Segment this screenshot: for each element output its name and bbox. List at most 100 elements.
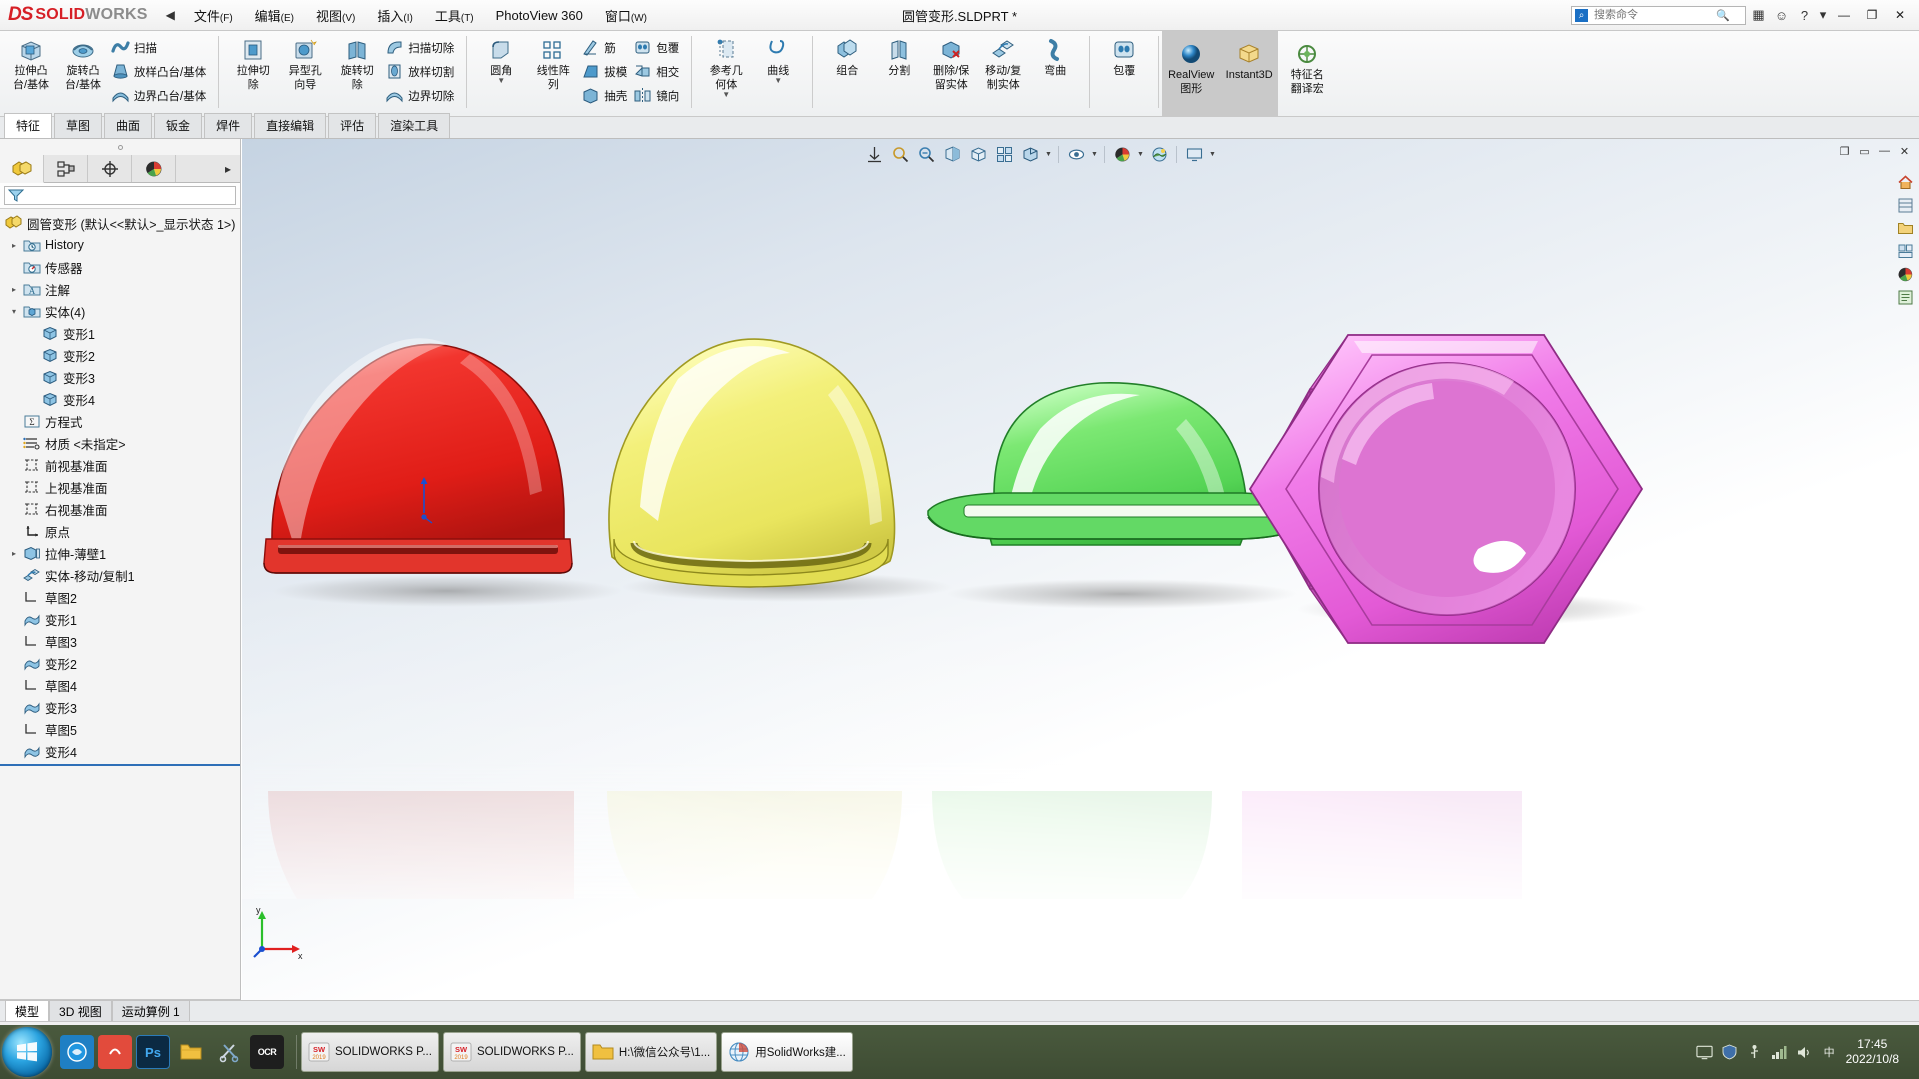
tray-volume-icon[interactable]	[1796, 1044, 1813, 1061]
delete-keep-body-button[interactable]: 删除/保 留实体	[925, 34, 977, 94]
tree-node-solid-bodies[interactable]: ▾ 实体(4)	[0, 300, 240, 322]
viewport-dropdown-icon[interactable]: ▼	[1208, 151, 1217, 158]
loft-cut-button[interactable]: 放样切割	[383, 60, 458, 83]
tab-sketch[interactable]: 草图	[54, 113, 103, 138]
fillet-button[interactable]: 圆角 ▼	[475, 34, 527, 88]
menu-item-edit[interactable]: 编辑(E)	[244, 1, 305, 30]
minimize-window-button[interactable]: —	[1831, 5, 1857, 26]
custom-properties-icon[interactable]	[1893, 286, 1917, 308]
ql-photoshop-icon[interactable]: Ps	[136, 1035, 170, 1069]
tree-node-body-3[interactable]: 变形3	[0, 366, 240, 388]
realview-button[interactable]: RealView 图形	[1162, 31, 1221, 117]
tray-monitor-icon[interactable]	[1695, 1044, 1713, 1061]
restore-document-button[interactable]: ▭	[1855, 142, 1874, 160]
panel-grip[interactable]	[0, 139, 240, 155]
taskbar-window-solidworks-2[interactable]: SW 2019 SOLIDWORKS P...	[442, 1032, 581, 1072]
reference-geometry-dropdown-icon[interactable]: ▼	[722, 91, 730, 99]
display-manager-tab[interactable]	[132, 155, 176, 182]
model-body-red[interactable]	[263, 338, 573, 574]
tab-weldments[interactable]: 焊件	[204, 113, 253, 138]
property-manager-tab[interactable]	[44, 155, 88, 182]
tab-surfaces[interactable]: 曲面	[104, 113, 153, 138]
section-view-icon[interactable]	[940, 143, 964, 165]
tree-node-right-plane[interactable]: 右视基准面	[0, 498, 240, 520]
tree-node-history[interactable]: ▸ History	[0, 234, 240, 256]
tree-node-body-4[interactable]: 变形4	[0, 388, 240, 410]
sweep-cut-button[interactable]: 扫描切除	[383, 36, 458, 59]
curves-button[interactable]: 曲线 ▼	[752, 34, 804, 88]
tab-features[interactable]: 特征	[4, 113, 53, 138]
taskbar-clock[interactable]: 17:45 2022/10/8	[1846, 1037, 1913, 1067]
model-viewport[interactable]: y x	[242, 139, 1919, 1021]
appearances-icon[interactable]	[1893, 263, 1917, 285]
taskbar-window-solidworks-1[interactable]: SW 2019 SOLIDWORKS P...	[301, 1032, 439, 1072]
zoom-to-area-icon[interactable]	[888, 143, 912, 165]
appearance-dropdown-icon[interactable]: ▼	[1136, 151, 1145, 158]
menu-item-window[interactable]: 窗口(W)	[594, 1, 658, 30]
rollback-bar[interactable]	[0, 764, 240, 766]
taskbar-window-folder[interactable]: H:\微信公众号\1...	[584, 1032, 718, 1072]
view-palette-icon[interactable]	[1893, 240, 1917, 262]
chevron-down-icon[interactable]: ▾	[6, 307, 22, 316]
doc-tab-3d-views[interactable]: 3D 视图	[49, 999, 112, 1023]
tree-node-sketch-3[interactable]: 草图3	[0, 630, 240, 652]
draft-button[interactable]: 拔模	[579, 60, 631, 83]
panel-expand-button[interactable]: ▸	[216, 155, 240, 182]
person-icon[interactable]: ☺	[1771, 5, 1792, 26]
taskbar-window-browser[interactable]: 用SolidWorks建...	[721, 1032, 853, 1072]
split-button[interactable]: 分割	[873, 34, 925, 80]
menu-collapse-arrow[interactable]: ◀	[158, 8, 183, 22]
help-caret-icon[interactable]: ▾	[1817, 5, 1829, 26]
tray-shield-icon[interactable]	[1721, 1044, 1738, 1061]
sweep-button[interactable]: 扫描	[109, 36, 210, 59]
tree-node-body-2[interactable]: 变形2	[0, 344, 240, 366]
close-document-button[interactable]: ✕	[1895, 142, 1914, 160]
tree-node-body-move-copy-1[interactable]: 实体-移动/复制1	[0, 564, 240, 586]
hole-wizard-button[interactable]: 异型孔 向导	[279, 34, 331, 94]
combine-button[interactable]: 组合	[821, 34, 873, 80]
model-body-yellow[interactable]	[608, 338, 896, 588]
tray-input-icon[interactable]: 中	[1821, 1044, 1838, 1061]
tree-node-origin[interactable]: 原点	[0, 520, 240, 542]
tab-render-tools[interactable]: 渲染工具	[378, 113, 451, 138]
tree-filter-input[interactable]	[4, 186, 236, 205]
curves-dropdown-icon[interactable]: ▼	[774, 77, 782, 85]
mirror-button[interactable]: 镜向	[631, 84, 683, 107]
revolve-boss-button[interactable]: 旋转凸 台/基体	[57, 34, 109, 94]
tree-node-front-plane[interactable]: 前视基准面	[0, 454, 240, 476]
tab-evaluate[interactable]: 评估	[328, 113, 377, 138]
chevron-right-icon[interactable]: ▸	[6, 285, 22, 294]
tree-node-sketch-4[interactable]: 草图4	[0, 674, 240, 696]
loft-boss-button[interactable]: 放样凸台/基体	[109, 60, 210, 83]
file-explorer-icon[interactable]	[1893, 217, 1917, 239]
apply-scene-icon[interactable]	[1147, 143, 1171, 165]
tree-node-sketch-5[interactable]: 草图5	[0, 718, 240, 740]
reference-geometry-button[interactable]: 参考几 何体 ▼	[700, 34, 752, 102]
graphics-area[interactable]: ▼ ▼ ▼ ▼ ❐ ▭ — ✕ y x	[242, 139, 1919, 1021]
tree-node-body-1[interactable]: 变形1	[0, 322, 240, 344]
doc-tab-model[interactable]: 模型	[5, 999, 50, 1023]
instant3d-button[interactable]: Instant3D	[1220, 31, 1279, 117]
display-style-icon[interactable]	[1018, 143, 1042, 165]
move-copy-body-button[interactable]: 移动/复 制实体	[977, 34, 1029, 94]
ql-explorer-icon[interactable]	[174, 1035, 208, 1069]
menu-item-insert[interactable]: 插入(I)	[366, 1, 423, 30]
boundary-cut-button[interactable]: 边界切除	[383, 84, 458, 107]
feature-tree[interactable]: 圆管变形 (默认<<默认>_显示状态 1>) ▸ History 传感器 ▸ A…	[0, 209, 240, 999]
rib-button[interactable]: 筋	[579, 36, 631, 59]
fillet-dropdown-icon[interactable]: ▼	[497, 77, 505, 85]
feature-translate-button[interactable]: 特征名 翻译宏	[1278, 31, 1336, 117]
doc-tab-motion-study[interactable]: 运动算例 1	[111, 999, 190, 1023]
menu-item-view[interactable]: 视图(V)	[305, 1, 366, 30]
extrude-boss-button[interactable]: 拉伸凸 台/基体	[5, 34, 57, 94]
start-button[interactable]	[2, 1027, 52, 1077]
configuration-manager-tab[interactable]	[88, 155, 132, 182]
tree-node-extrude-thin-1[interactable]: ▸ 拉伸-薄壁1	[0, 542, 240, 564]
view-orientation-icon[interactable]	[966, 143, 990, 165]
shell-button[interactable]: 抽壳	[579, 84, 631, 107]
viewport-icon[interactable]	[1182, 143, 1206, 165]
edit-appearance-icon[interactable]	[1110, 143, 1134, 165]
tree-node-flex-4[interactable]: 变形4	[0, 740, 240, 762]
ql-solidworks-icon[interactable]	[98, 1035, 132, 1069]
search-input[interactable]	[1592, 8, 1712, 22]
